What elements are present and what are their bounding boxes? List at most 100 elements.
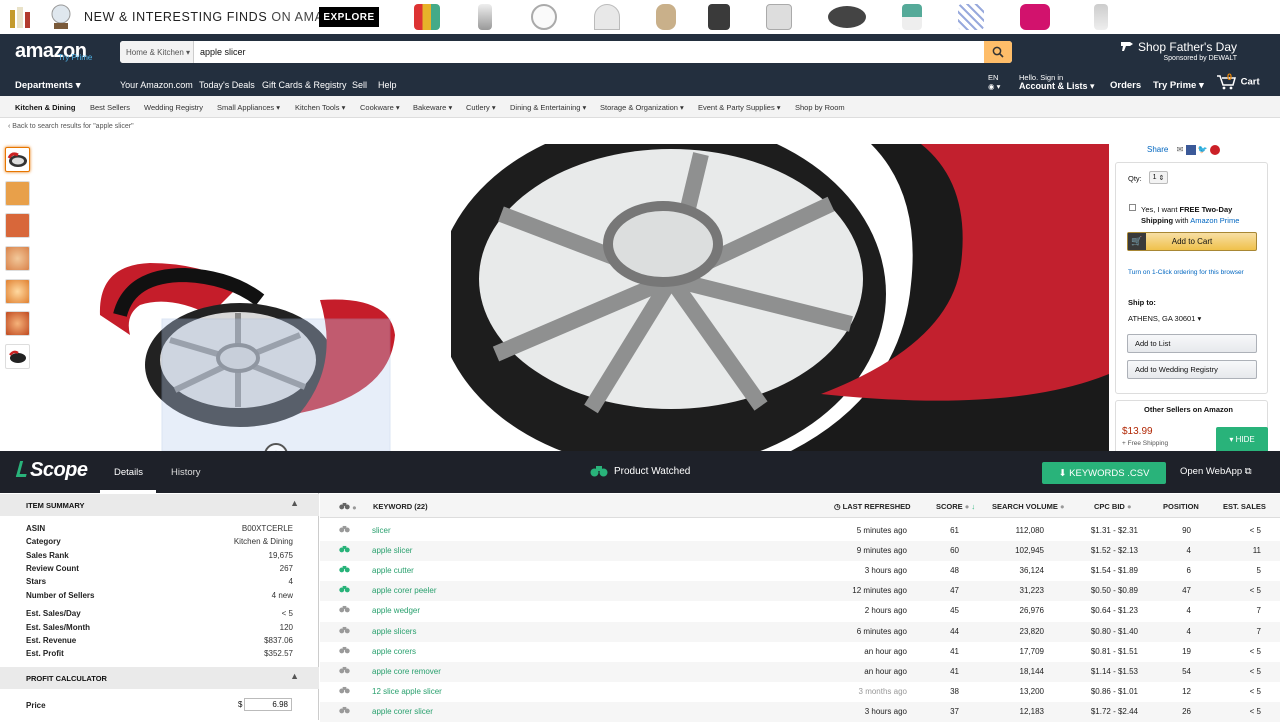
keyword-row[interactable]: apple corer slicer 3 hours ago 37 12,183…: [320, 702, 1280, 722]
promo-item-mug[interactable]: [1020, 4, 1050, 30]
subnav-shop-by-room[interactable]: Shop by Room: [795, 103, 845, 112]
facebook-icon[interactable]: [1185, 145, 1196, 155]
price-input[interactable]: 6.98: [244, 698, 292, 711]
one-click-link[interactable]: Turn on 1-Click ordering for this browse…: [1128, 269, 1244, 276]
search-volume-column-header[interactable]: SEARCH VOLUME ●: [992, 502, 1064, 511]
account-menu[interactable]: Hello. Sign in Account & Lists ▾: [1019, 73, 1095, 91]
other-seller-price[interactable]: $13.99: [1122, 426, 1153, 437]
keyword-link[interactable]: apple corers: [372, 647, 416, 656]
watch-binoculars-icon[interactable]: [339, 585, 350, 595]
twitter-icon[interactable]: 🐦: [1198, 145, 1208, 154]
subnav-best-sellers[interactable]: Best Sellers: [90, 103, 130, 112]
add-to-list-button[interactable]: Add to List: [1127, 334, 1257, 353]
promo-item-bottle[interactable]: [1094, 4, 1108, 30]
qty-select[interactable]: 1 ⇕: [1149, 171, 1168, 184]
product-image[interactable]: [90, 255, 400, 451]
watch-binoculars-icon[interactable]: [339, 626, 350, 636]
nav-link-help[interactable]: Help: [378, 80, 397, 90]
hide-button[interactable]: ▾ HIDE: [1216, 427, 1268, 452]
watch-binoculars-icon[interactable]: [339, 525, 350, 535]
subnav-event-party[interactable]: Event & Party Supplies ▾: [698, 103, 781, 112]
search-input[interactable]: apple slicer: [200, 41, 246, 63]
promo-text[interactable]: NEW & INTERESTING FINDS ON AMAZON: [84, 10, 352, 24]
promo-item-bear[interactable]: [656, 4, 676, 30]
subnav-cookware[interactable]: Cookware ▾: [360, 103, 400, 112]
cpc-bid-column-header[interactable]: CPC BID ●: [1094, 502, 1131, 511]
score-column-header[interactable]: SCORE ● ↓: [936, 502, 975, 511]
add-to-cart-button[interactable]: 🛒 Add to Cart: [1127, 232, 1257, 251]
fathers-day-promo[interactable]: Shop Father's Day Sponsored by DEWALT: [1121, 40, 1237, 62]
open-webapp-link[interactable]: Open WebApp ⧉: [1180, 466, 1252, 477]
nav-link-sell[interactable]: Sell: [352, 80, 367, 90]
keyword-link[interactable]: apple cutter: [372, 566, 414, 575]
promo-item-cube[interactable]: [414, 4, 440, 30]
subnav-storage-organization[interactable]: Storage & Organization ▾: [600, 103, 684, 112]
subnav-kitchen-dining[interactable]: Kitchen & Dining: [15, 103, 75, 112]
ship-location-select[interactable]: ATHENS, GA 30601 ▾: [1128, 314, 1201, 323]
subnav-small-appliances[interactable]: Small Appliances ▾: [217, 103, 280, 112]
share-row[interactable]: Share ✉ 🐦: [1147, 145, 1220, 155]
watch-binoculars-icon[interactable]: [339, 706, 350, 716]
promo-item-box[interactable]: [766, 4, 792, 30]
keyword-link[interactable]: slicer: [372, 526, 391, 535]
thumbnail-2[interactable]: [5, 181, 30, 206]
keyword-row[interactable]: apple wedger 2 hours ago 45 26,976 $0.64…: [320, 601, 1280, 621]
promo-item-pens[interactable]: [958, 4, 984, 30]
watch-binoculars-icon[interactable]: [339, 646, 350, 656]
keyword-row[interactable]: slicer 5 minutes ago 61 112,080 $1.31 - …: [320, 521, 1280, 541]
search-button[interactable]: [984, 41, 1012, 63]
profit-calculator-header[interactable]: PROFIT CALCULATOR ▲: [0, 667, 319, 689]
watch-binoculars-icon[interactable]: [339, 545, 350, 555]
try-prime-menu[interactable]: Try Prime ▾: [1153, 80, 1204, 91]
last-refreshed-column-header[interactable]: ◷ LAST REFRESHED: [834, 502, 911, 511]
keyword-row[interactable]: apple corers an hour ago 41 17,709 $0.81…: [320, 642, 1280, 662]
search-bar[interactable]: Home & Kitchen ▾ apple slicer: [120, 41, 1012, 63]
departments-menu[interactable]: Departments ▾: [15, 80, 81, 91]
keyword-row[interactable]: apple slicers 6 minutes ago 44 23,820 $0…: [320, 621, 1280, 642]
promo-item-umbrella[interactable]: [594, 4, 620, 30]
prime-checkbox[interactable]: [1129, 204, 1136, 211]
promo-item-bowl[interactable]: [828, 6, 866, 28]
tab-history[interactable]: History: [171, 467, 201, 478]
watch-binoculars-icon[interactable]: [339, 565, 350, 575]
promo-item-plant[interactable]: [902, 4, 922, 30]
nav-link-gift-cards[interactable]: Gift Cards & Registry: [262, 80, 347, 90]
keyword-row[interactable]: apple core remover an hour ago 41 18,144…: [320, 661, 1280, 683]
position-column-header[interactable]: POSITION: [1163, 502, 1199, 511]
nav-link-your-amazon[interactable]: Your Amazon.com: [120, 80, 193, 90]
pinterest-icon[interactable]: [1209, 145, 1220, 155]
keyword-link[interactable]: apple slicers: [372, 627, 416, 636]
keyword-row[interactable]: apple corer peeler 12 minutes ago 47 31,…: [320, 581, 1280, 602]
subnav-cutlery[interactable]: Cutlery ▾: [466, 103, 496, 112]
nav-link-todays-deals[interactable]: Today's Deals: [199, 80, 255, 90]
thumbnail-1[interactable]: [5, 147, 30, 172]
watch-binoculars-icon[interactable]: [339, 605, 350, 615]
subnav-bakeware[interactable]: Bakeware ▾: [413, 103, 452, 112]
promo-item-backpack[interactable]: [708, 4, 730, 30]
keyword-link[interactable]: apple wedger: [372, 606, 420, 615]
thumbnail-3[interactable]: [5, 213, 30, 238]
subnav-wedding-registry[interactable]: Wedding Registry: [144, 103, 203, 112]
keyword-row[interactable]: apple slicer 9 minutes ago 60 102,945 $1…: [320, 540, 1280, 561]
cart-link[interactable]: Cart 0: [1216, 72, 1260, 90]
item-summary-header[interactable]: ITEM SUMMARY ▲: [0, 494, 319, 516]
email-icon[interactable]: ✉: [1177, 145, 1184, 154]
keyword-link[interactable]: apple corer peeler: [372, 586, 436, 595]
subnav-kitchen-tools[interactable]: Kitchen Tools ▾: [295, 103, 345, 112]
thumbnail-6[interactable]: [5, 311, 30, 336]
back-to-results-link[interactable]: ‹ Back to search results for "apple slic…: [8, 123, 134, 130]
keyword-row[interactable]: 12 slice apple slicer 3 months ago 38 13…: [320, 682, 1280, 702]
keyword-link[interactable]: apple corer slicer: [372, 707, 433, 716]
est-sales-column-header[interactable]: EST. SALES: [1223, 502, 1266, 511]
keyword-link[interactable]: 12 slice apple slicer: [372, 687, 442, 696]
explore-button[interactable]: EXPLORE: [319, 7, 379, 27]
watch-column-header[interactable]: ●: [339, 502, 357, 512]
orders-link[interactable]: Orders: [1110, 80, 1141, 91]
thumbnail-4[interactable]: [5, 246, 30, 271]
tab-details[interactable]: Details: [114, 467, 143, 478]
promo-item-clock[interactable]: [531, 4, 557, 30]
add-to-registry-button[interactable]: Add to Wedding Registry: [1127, 360, 1257, 379]
try-prime-logo-text[interactable]: Try Prime: [58, 53, 92, 62]
keyword-row[interactable]: apple cutter 3 hours ago 48 36,124 $1.54…: [320, 561, 1280, 581]
promo-item-lamp[interactable]: [478, 4, 492, 30]
